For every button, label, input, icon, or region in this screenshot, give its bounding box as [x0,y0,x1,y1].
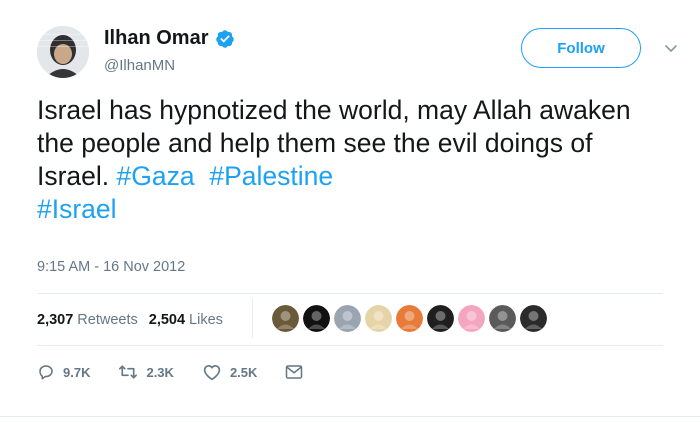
message-icon [286,365,303,379]
liker-avatar-9[interactable] [520,305,547,332]
liker-avatar-8[interactable] [489,305,516,332]
retweet-count: 2.3K [146,364,174,380]
like-button[interactable]: 2.5K [202,363,257,381]
follow-button[interactable]: Follow [521,28,641,68]
liker-avatar-5[interactable] [396,305,423,332]
retweets-count[interactable]: 2,307 [37,312,73,328]
liker-avatars [272,305,547,332]
direct-message-button[interactable] [285,364,303,380]
divider [37,293,663,294]
display-name[interactable]: Ilhan Omar [104,27,208,50]
retweet-icon [119,365,138,379]
user-handle[interactable]: @IlhanMN [104,57,175,74]
liker-avatar-4[interactable] [365,305,392,332]
tweet-timestamp[interactable]: 9:15 AM - 16 Nov 2012 [37,259,185,275]
like-count: 2.5K [229,364,258,380]
liker-avatar-7[interactable] [458,305,485,332]
liker-avatar-3[interactable] [334,305,361,332]
tweet-text: Israel has hypnotized the world, may All… [37,94,667,226]
divider [0,416,700,417]
chevron-down-icon[interactable] [663,40,679,56]
name-row: Ilhan Omar [104,27,235,50]
heart-icon [203,365,221,381]
liker-avatar-1[interactable] [272,305,299,332]
likes-count[interactable]: 2,504 [149,312,185,328]
retweets-label[interactable]: Retweets [77,312,137,328]
action-bar: 9.7K 2.3K 2.5K [37,363,331,381]
verified-badge-icon [215,29,235,49]
tweet-header: Ilhan Omar @IlhanMN Follow [37,22,677,82]
likes-label[interactable]: Likes [189,312,223,328]
avatar[interactable] [37,26,89,78]
liker-avatar-2[interactable] [303,305,330,332]
reply-icon [39,365,53,380]
divider [37,345,663,346]
hashtag-israel[interactable]: #Israel [37,194,117,224]
reply-count: 9.7K [63,364,91,380]
hashtag-palestine[interactable]: #Palestine [209,161,333,191]
hashtag-gaza[interactable]: #Gaza [117,161,195,191]
reply-button[interactable]: 9.7K [37,363,90,381]
engagement-stats: 2,307 Retweets 2,504 Likes [37,312,234,328]
divider [252,298,253,338]
retweet-button[interactable]: 2.3K [118,363,174,381]
liker-avatar-6[interactable] [427,305,454,332]
